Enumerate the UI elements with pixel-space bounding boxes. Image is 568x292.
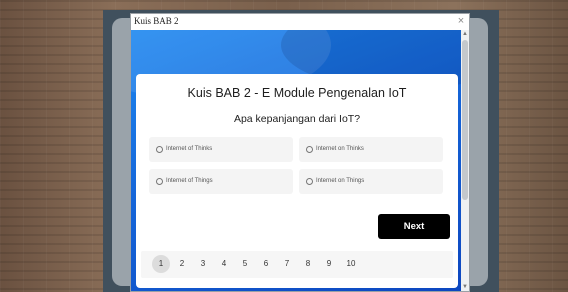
- question-pagination: 1 2 3 4 5 6 7 8 9 10: [141, 251, 453, 278]
- background-card-left: [112, 18, 132, 286]
- window-title: Kuis BAB 2: [134, 16, 179, 26]
- page-button-8[interactable]: 8: [299, 255, 317, 273]
- answer-option-label: Internet on Thinks: [316, 146, 364, 152]
- arrow-up-icon[interactable]: ▲: [461, 30, 469, 38]
- page-button-10[interactable]: 10: [342, 255, 360, 273]
- vertical-scrollbar[interactable]: ▲ ▼: [461, 30, 469, 291]
- radio-empty-icon: [306, 178, 313, 185]
- answer-option-label: Internet of Thinks: [166, 146, 213, 152]
- quiz-card: Kuis BAB 2 - E Module Pengenalan IoT Apa…: [136, 74, 458, 288]
- answer-option-label: Internet on Things: [316, 178, 365, 184]
- answer-option-label: Internet of Things: [166, 178, 213, 184]
- page-button-1[interactable]: 1: [152, 255, 170, 273]
- radio-empty-icon: [156, 178, 163, 185]
- page-button-2[interactable]: 2: [173, 255, 191, 273]
- quiz-title: Kuis BAB 2 - E Module Pengenalan IoT: [187, 86, 407, 100]
- page-button-7[interactable]: 7: [278, 255, 296, 273]
- window-titlebar: Kuis BAB 2 ×: [131, 14, 469, 30]
- page-button-3[interactable]: 3: [194, 255, 212, 273]
- page-button-5[interactable]: 5: [236, 255, 254, 273]
- quiz-window: Kuis BAB 2 × Kuis BAB 2 - E Module Penge…: [130, 13, 470, 292]
- page-button-4[interactable]: 4: [215, 255, 233, 273]
- answer-option-1[interactable]: Internet of Thinks: [149, 137, 293, 162]
- arrow-down-icon[interactable]: ▼: [461, 283, 469, 291]
- radio-empty-icon: [306, 146, 313, 153]
- answer-option-3[interactable]: Internet of Things: [149, 169, 293, 194]
- page-button-9[interactable]: 9: [320, 255, 338, 273]
- radio-empty-icon: [156, 146, 163, 153]
- next-button[interactable]: Next: [378, 214, 450, 239]
- question-text: Apa kepanjangan dari IoT?: [233, 113, 361, 125]
- answer-option-2[interactable]: Internet on Thinks: [299, 137, 443, 162]
- scrollbar-thumb[interactable]: [462, 40, 468, 200]
- answer-option-4[interactable]: Internet on Things: [299, 169, 443, 194]
- window-content: Kuis BAB 2 - E Module Pengenalan IoT Apa…: [131, 30, 461, 291]
- page-button-6[interactable]: 6: [257, 255, 275, 273]
- close-icon[interactable]: ×: [454, 14, 468, 28]
- background-card-right: [468, 18, 488, 286]
